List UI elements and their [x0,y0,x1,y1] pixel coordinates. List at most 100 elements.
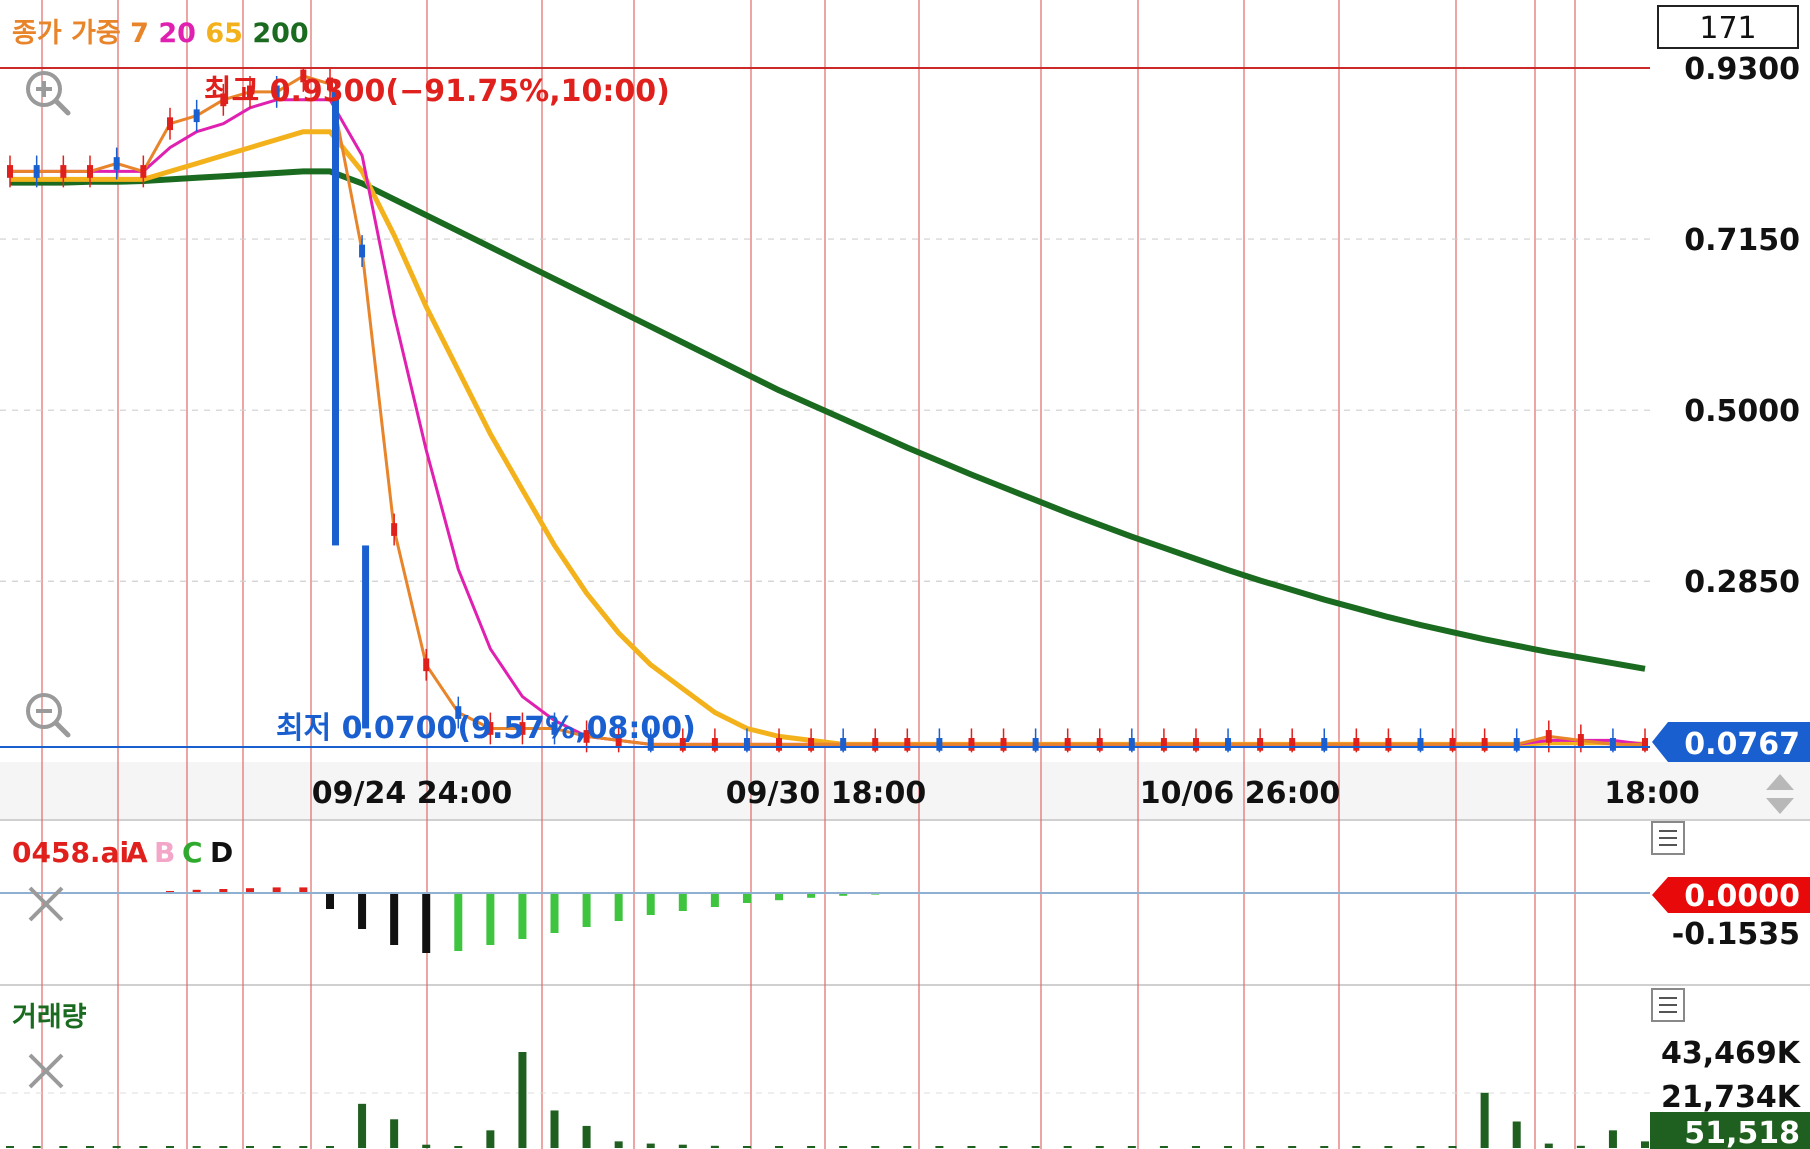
candle-body [1192,738,1199,751]
volume-bar [839,1146,848,1148]
volume-bar [1063,1146,1072,1148]
candle-body [1353,738,1360,751]
volume-current-value: 51,518 [1684,1116,1800,1149]
candle-body [936,738,943,751]
volume-bar [903,1146,912,1148]
volume-bar [710,1145,719,1148]
volume-bar [807,1146,816,1148]
indicator-button-b[interactable]: B [154,836,175,869]
price-tick-label: 0.9300 [1684,52,1800,87]
oscillator-bar [358,893,367,929]
volume-bar [742,1146,751,1148]
oscillator-bar [326,893,334,909]
candle-body [140,165,147,178]
candle-body [1096,738,1103,751]
hamburger-menu-icon[interactable] [1651,988,1685,1022]
candle-body [362,545,370,729]
candle-body [1032,738,1039,751]
volume-bar [999,1146,1008,1148]
candle-body [872,738,879,751]
candle-body [904,738,911,751]
candle-body [193,109,200,123]
candle-body [1225,738,1232,751]
volume-bar [1608,1130,1617,1148]
hamburger-menu-icon[interactable] [1651,821,1685,855]
legend-item[interactable]: 65 [196,18,243,49]
volume-current-tag: 51,518 [1650,1112,1810,1149]
volume-bar [112,1146,121,1148]
volume-bar [1448,1146,1457,1148]
indicator-button-c[interactable]: C [182,836,203,869]
volume-bar [192,1146,201,1148]
ma-legend: 종가 가중 7 20 65 200 [12,18,309,49]
candle-body [743,738,750,751]
volume-bar [326,1146,334,1148]
volume-bar [1320,1146,1329,1148]
stock-chart: 0.9300 0.7150 0.5000 0.2850 종가 가중 7 20 65 2… [0,0,1810,1149]
volume-bar [390,1119,399,1148]
price-tick-label: 0.2850 [1684,565,1800,600]
volume-bar [1384,1146,1393,1148]
candle-body [1609,738,1616,751]
count-box-value: 171 [1699,11,1756,46]
volume-bar [166,1146,174,1148]
candle-body [1064,738,1071,751]
oscillator-bar [550,893,559,933]
volume-bar [1191,1146,1200,1148]
volume-bar [871,1146,880,1148]
volume-bar [422,1144,431,1148]
volume-bar [219,1146,228,1148]
volume-bar [454,1146,463,1148]
volume-bar [86,1146,94,1148]
oscillator-bar [454,893,463,951]
volume-bar [1288,1146,1297,1148]
candle-body [1417,738,1424,751]
volume-bar [1159,1146,1168,1148]
candle-body [968,738,975,751]
legend-item[interactable]: 20 [149,18,196,49]
indicator-current-value: 0.0000 [1684,879,1800,914]
candle-body [1577,734,1584,747]
time-label: 09/24 24:00 [312,776,512,811]
candle-body [1160,738,1167,751]
indicator-button-d[interactable]: D [210,836,233,869]
oscillator-bar [678,893,687,911]
volume-bar [582,1125,591,1148]
candle-body [1449,738,1456,751]
candle-body [332,91,339,546]
time-label: 10/06 26:00 [1140,776,1340,811]
volume-bar [299,1146,308,1148]
volume-bar [550,1110,559,1148]
candle-body [7,165,13,178]
candle-body [1257,738,1264,751]
volume-bar [246,1146,254,1148]
indicator-button-a[interactable]: A [126,836,148,869]
candle-body [113,157,120,170]
candle-body [33,165,40,178]
volume-bar [32,1146,41,1148]
candle-body [840,738,847,751]
current-price-tag: 0.0767 [1652,722,1810,762]
oscillator-bar [582,893,591,927]
volume-bar [678,1144,687,1148]
indicator-tick: -0.1535 [1672,917,1800,952]
candle-body [1000,738,1007,751]
oscillator-bar [390,893,399,945]
oscillator-bar [518,893,527,939]
candle-body [1481,738,1488,751]
legend-item[interactable]: 7 [121,18,149,49]
volume-bar [139,1146,148,1148]
volume-bar [272,1146,281,1148]
oscillator-bar [486,893,495,945]
oscillator-bar [742,893,751,903]
price-tick-label: 0.7150 [1684,223,1800,258]
time-label: 18:00 [1604,776,1700,811]
volume-bar [1224,1146,1233,1148]
volume-bar [518,1052,527,1148]
low-annotation: 최저 0.0700(9.57%,08:00) [276,711,696,746]
legend-item[interactable]: 종가 가중 [12,18,121,49]
volume-bar [1352,1146,1361,1148]
candle-body [167,117,173,131]
time-label: 09/30 18:00 [726,776,926,811]
legend-item[interactable]: 200 [243,18,309,49]
